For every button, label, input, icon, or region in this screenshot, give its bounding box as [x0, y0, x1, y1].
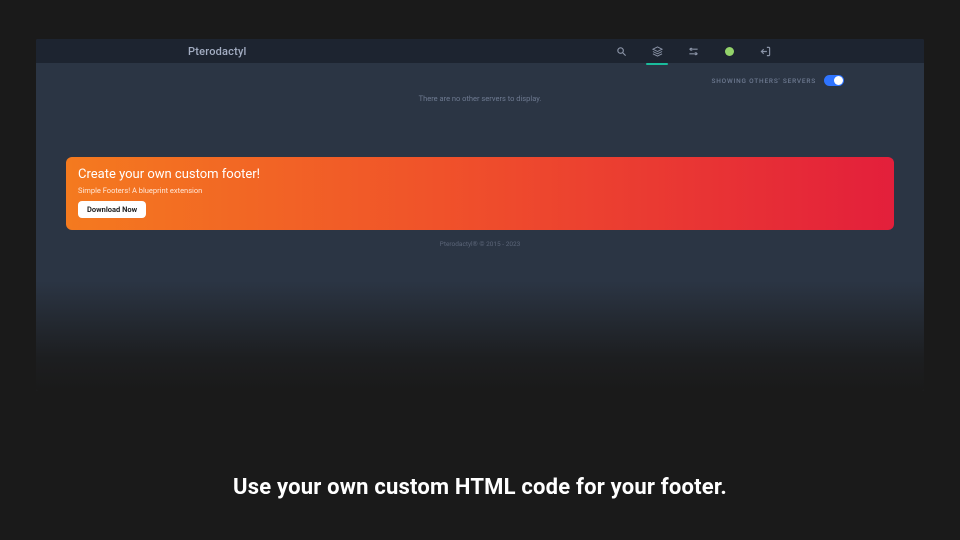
content-area: SHOWING OTHERS' SERVERS There are no oth…: [36, 63, 924, 248]
search-icon[interactable]: [614, 44, 628, 58]
footer-subtitle: Simple Footers! A blueprint extension: [78, 186, 882, 195]
logout-icon[interactable]: [758, 44, 772, 58]
empty-state-message: There are no other servers to display.: [66, 94, 894, 103]
avatar-dot-icon: [725, 47, 734, 56]
topbar: Pterodactyl: [36, 39, 924, 63]
toggle-row: SHOWING OTHERS' SERVERS: [66, 63, 894, 86]
window-bottom-fade: [36, 281, 924, 391]
brand-logo[interactable]: Pterodactyl: [188, 45, 247, 58]
custom-footer-banner: Create your own custom footer! Simple Fo…: [66, 157, 894, 230]
show-others-toggle[interactable]: [824, 75, 844, 86]
admin-icon[interactable]: [686, 44, 700, 58]
app-window: Pterodactyl: [36, 39, 924, 391]
toggle-knob-icon: [834, 76, 843, 85]
copyright-text: Pterodactyl® © 2015 - 2023: [66, 240, 894, 248]
download-button[interactable]: Download Now: [78, 201, 146, 218]
user-avatar[interactable]: [722, 44, 736, 58]
footer-title: Create your own custom footer!: [78, 167, 882, 182]
servers-icon[interactable]: [650, 44, 664, 58]
nav-icons: [614, 39, 772, 63]
marketing-caption: Use your own custom HTML code for your f…: [0, 475, 960, 500]
stage: Pterodactyl: [0, 0, 960, 540]
toggle-label: SHOWING OTHERS' SERVERS: [712, 77, 816, 85]
